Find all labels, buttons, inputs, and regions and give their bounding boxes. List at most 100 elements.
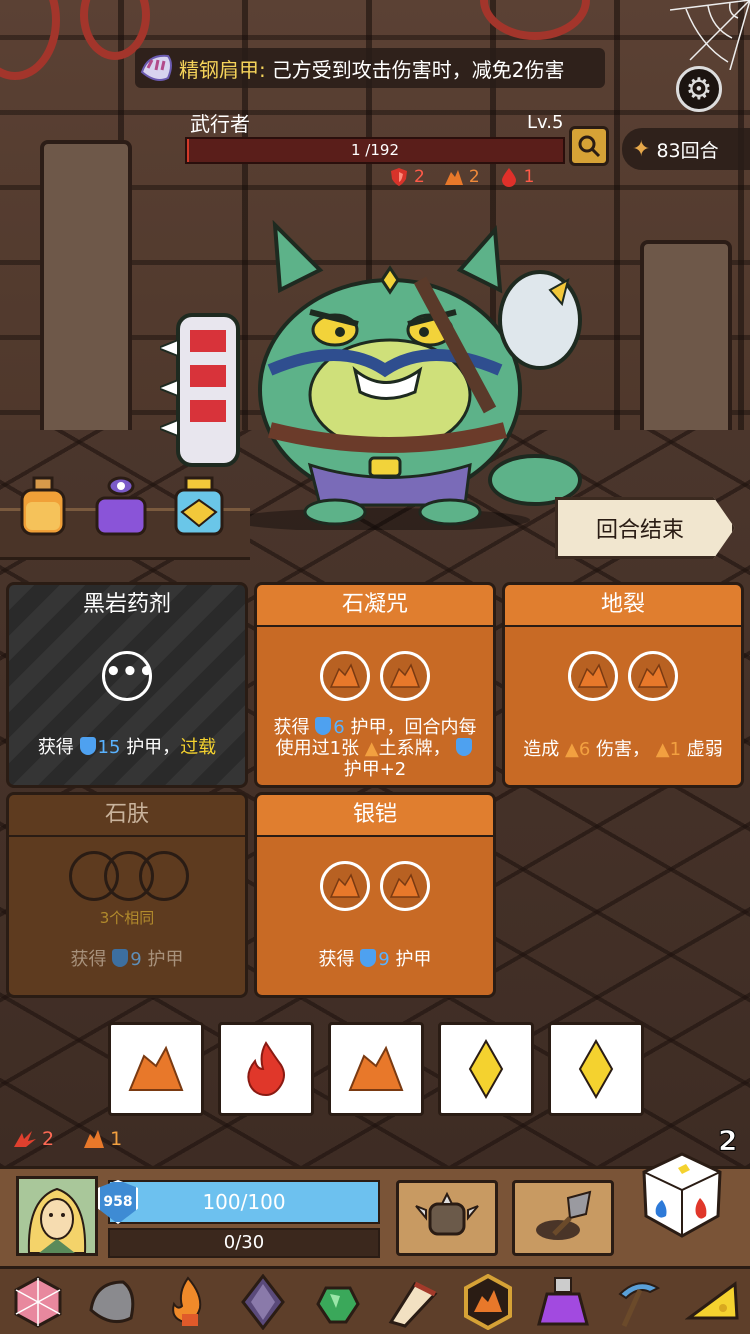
lightning-diamond-icon bbox=[578, 1039, 614, 1099]
card-earth-split[interactable]: 地裂 造成 ▲6 伤害， ▲1 虚弱 bbox=[502, 582, 744, 788]
earth-icon bbox=[577, 663, 609, 688]
shoulder-armor-icon bbox=[140, 54, 172, 81]
orange-potion-icon[interactable] bbox=[16, 476, 70, 538]
scroll-horn-icon[interactable] bbox=[385, 1274, 441, 1330]
steel-pauldron-icon[interactable] bbox=[85, 1274, 141, 1330]
earth-value: 1 bbox=[110, 1128, 123, 1150]
die-lightning[interactable] bbox=[438, 1022, 534, 1116]
intent-earth: 2 bbox=[443, 166, 480, 188]
ellipsis-slot-icon[interactable]: ••• bbox=[102, 651, 155, 701]
purple-gem-icon[interactable] bbox=[235, 1273, 291, 1330]
overload-keyword: 过载 bbox=[180, 737, 217, 758]
green-winged-gem-icon[interactable] bbox=[310, 1274, 366, 1330]
card-title: 石肤 bbox=[9, 795, 245, 837]
intent-armor: 2 bbox=[388, 166, 425, 188]
fury-value: 2 bbox=[42, 1128, 55, 1150]
earth-icon bbox=[128, 1045, 184, 1091]
end-turn-button[interactable]: 回合结束 bbox=[555, 497, 735, 559]
player-hp-bar: 100/100 bbox=[108, 1180, 380, 1224]
shield-icon bbox=[360, 949, 377, 967]
earth-icon bbox=[389, 873, 421, 898]
stone-pillar bbox=[640, 240, 732, 440]
relic-info-banner: 精钢肩甲: 己方受到攻击伤害时，减免2伤害 bbox=[135, 48, 605, 88]
dice-slot[interactable] bbox=[568, 651, 618, 701]
dice-slot[interactable] bbox=[320, 651, 370, 701]
shield-icon bbox=[315, 717, 332, 735]
card-description: 获得 6 护甲，回合内每 使用过1张 ▲土系牌， 护甲+2 bbox=[265, 717, 485, 780]
die-lightning[interactable] bbox=[548, 1022, 644, 1116]
roll-dice-icon[interactable] bbox=[638, 1150, 726, 1238]
purple-flask-icon[interactable] bbox=[535, 1274, 591, 1330]
pink-d20-icon[interactable] bbox=[10, 1274, 66, 1330]
card-desc-text: 护甲+2 bbox=[343, 759, 407, 780]
lightning-diamond-icon bbox=[468, 1039, 504, 1099]
earth-icon bbox=[637, 663, 669, 688]
dice-slot[interactable] bbox=[380, 651, 430, 701]
intent-earth-value: 2 bbox=[468, 167, 480, 187]
earth-icon bbox=[84, 1130, 105, 1148]
earth-icon bbox=[329, 873, 361, 898]
settings-gear-icon[interactable]: ⚙ bbox=[676, 66, 722, 112]
game-screen: { "relic_banner": {"name": "精钢肩甲:", "eff… bbox=[0, 0, 750, 1334]
dice-slot[interactable] bbox=[320, 861, 370, 911]
card-desc-text: 获得 bbox=[70, 949, 107, 970]
enemy-hp-bar: 1 /192 bbox=[185, 137, 565, 164]
player-xp-bar: 0/30 bbox=[108, 1228, 380, 1258]
card-stone-skin[interactable]: 石肤 3个相同 获得 9 护甲 bbox=[6, 792, 248, 998]
enemy-name: 武行者 bbox=[190, 112, 250, 136]
card-damage-value: 6 bbox=[578, 739, 591, 760]
relic-name: 精钢肩甲: bbox=[179, 57, 266, 82]
card-black-rock-potion[interactable]: 黑岩药剂 ••• 获得 15 护甲，过载 bbox=[6, 582, 248, 788]
die-fire[interactable] bbox=[218, 1022, 314, 1116]
player-hp-text: 100/100 bbox=[202, 1190, 286, 1214]
card-title: 石凝咒 bbox=[257, 585, 493, 627]
relic-bar bbox=[0, 1266, 750, 1334]
pickaxe-icon[interactable] bbox=[610, 1274, 666, 1330]
die-earth[interactable] bbox=[108, 1022, 204, 1116]
cheese-wedge-icon[interactable] bbox=[684, 1274, 741, 1330]
enemy-level: Lv.5 bbox=[527, 112, 564, 133]
card-desc-text: 护甲 bbox=[395, 949, 432, 970]
card-desc-text: 护甲 bbox=[147, 949, 184, 970]
card-silver-armor[interactable]: 银铠 获得 9 护甲 bbox=[254, 792, 496, 998]
card-desc-text: 获得 bbox=[318, 949, 355, 970]
player-xp-text: 0/30 bbox=[223, 1232, 265, 1253]
card-weak-value: 1 bbox=[669, 739, 682, 760]
card-armor-value: 9 bbox=[130, 949, 142, 970]
inspect-enemy-button[interactable] bbox=[569, 126, 609, 166]
earth-icon bbox=[329, 663, 361, 688]
die-earth[interactable] bbox=[328, 1022, 424, 1116]
purple-eye-potion-icon[interactable] bbox=[94, 476, 148, 538]
intent-bleed-value: 1 bbox=[523, 167, 535, 187]
card-desc-text: 使用过1张 bbox=[275, 738, 360, 759]
round-counter-text: 83回合 bbox=[656, 139, 719, 162]
triple-slot[interactable] bbox=[69, 851, 189, 901]
player-armor-value: 958 bbox=[103, 1194, 133, 1210]
card-desc-text: 获得 bbox=[273, 717, 310, 738]
card-title: 银铠 bbox=[257, 795, 493, 837]
card-armor-value: 15 bbox=[97, 737, 121, 758]
card-stone-spell[interactable]: 石凝咒 获得 6 护甲，回合内每 使用过1张 ▲土系牌， 护甲+2 bbox=[254, 582, 496, 788]
cyan-potion-icon[interactable] bbox=[172, 476, 226, 538]
card-desc-text: 伤害， bbox=[596, 739, 650, 760]
enemy-intents: 2 2 1 bbox=[388, 166, 534, 188]
skill-spiked-gauntlet[interactable] bbox=[396, 1180, 498, 1256]
card-desc-text: 护甲，回合内每 bbox=[350, 717, 477, 738]
spider-web-icon bbox=[670, 0, 750, 70]
fire-torch-icon[interactable] bbox=[160, 1274, 216, 1330]
dice-slot[interactable] bbox=[628, 651, 678, 701]
card-title: 黑岩药剂 bbox=[82, 592, 171, 617]
earth-small-icon: ▲ bbox=[564, 739, 579, 760]
shield-icon bbox=[79, 737, 96, 755]
round-counter: ✦ 83回合 bbox=[622, 128, 750, 170]
earth-icon bbox=[348, 1045, 404, 1091]
goblin-enemy[interactable] bbox=[160, 220, 600, 530]
card-title: 地裂 bbox=[505, 585, 741, 627]
shield-icon bbox=[456, 738, 473, 756]
player-avatar[interactable] bbox=[16, 1176, 98, 1256]
dice-slot[interactable] bbox=[380, 861, 430, 911]
blood-drop-icon bbox=[501, 168, 516, 187]
earth-sigil-icon[interactable] bbox=[460, 1273, 516, 1330]
skill-shovel-dig[interactable] bbox=[512, 1180, 614, 1256]
fire-icon bbox=[247, 1041, 285, 1097]
